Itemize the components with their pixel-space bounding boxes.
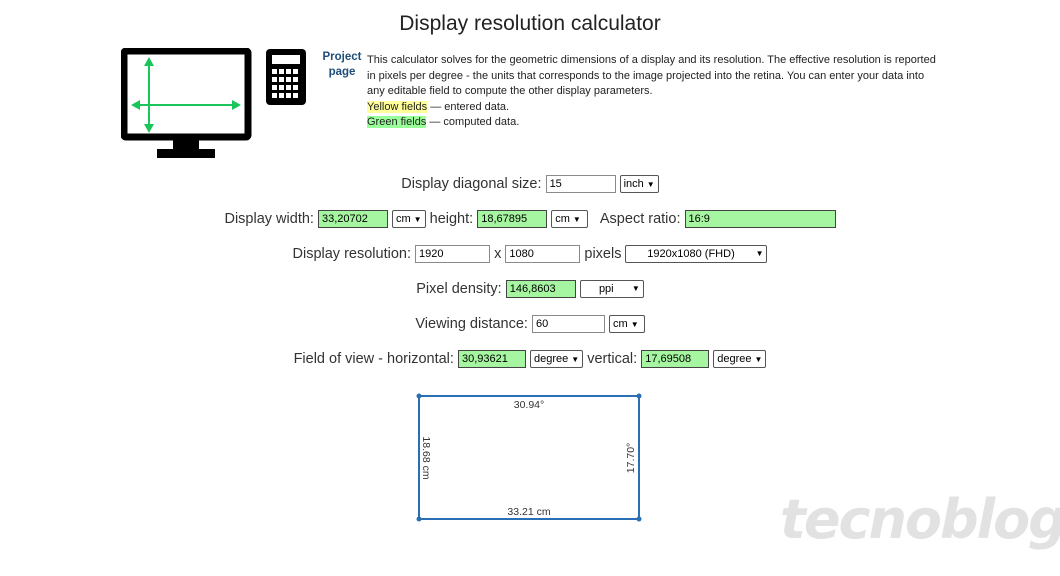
viewing-distance-input[interactable]: 60	[532, 315, 605, 333]
aspect-ratio-input[interactable]: 16:9	[684, 210, 836, 228]
fov-horizontal-input[interactable]: 30,93621	[457, 350, 526, 368]
width-unit-select[interactable]: cm ▼	[392, 210, 426, 228]
chevron-down-icon: ▼	[754, 355, 763, 364]
yellow-fields-text: — entered data.	[427, 100, 510, 113]
fov-horizontal-label: Field of view - horizontal:	[293, 351, 454, 367]
fov-horizontal-unit-select[interactable]: degree ▼	[530, 350, 584, 368]
chevron-down-icon: ▼	[755, 249, 764, 258]
pixel-density-input[interactable]: 146,8603	[505, 280, 576, 298]
calculator-icon	[266, 49, 306, 105]
diagonal-label: Display diagonal size:	[401, 176, 542, 192]
resolution-label: Display resolution:	[292, 246, 411, 262]
chevron-down-icon: ▼	[572, 215, 581, 224]
diagonal-unit-select[interactable]: inch ▼	[619, 175, 659, 193]
resolution-height-input[interactable]: 1080	[505, 245, 581, 263]
diagonal-row: Display diagonal size: 15 inch ▼	[0, 175, 1060, 193]
green-fields-text: — computed data.	[426, 116, 520, 128]
height-unit-select[interactable]: cm ▼	[551, 210, 588, 228]
density-unit-select[interactable]: ppi ▼	[579, 280, 644, 298]
fov-row: Field of view - horizontal: 30,93621 deg…	[0, 350, 1060, 368]
viewing-distance-label: Viewing distance:	[415, 316, 528, 332]
diagonal-input[interactable]: 15	[545, 175, 616, 193]
resolution-preset-select[interactable]: 1920x1080 (FHD) ▼	[625, 245, 768, 263]
diagram-left-label: 18.68 cm	[420, 436, 432, 479]
chevron-down-icon: ▼	[631, 284, 640, 293]
description: This calculator solves for the geometric…	[367, 53, 937, 131]
green-fields-label: Green fields	[367, 116, 427, 128]
chevron-down-icon: ▼	[571, 355, 580, 364]
aspect-ratio-label: Aspect ratio:	[599, 211, 681, 227]
width-label: Display width:	[224, 211, 314, 227]
fov-vertical-unit-select[interactable]: degree ▼	[713, 350, 767, 368]
fov-vertical-input[interactable]: 17,69508	[641, 350, 710, 368]
project-page-link[interactable]: Project page	[320, 50, 364, 80]
monitor-icon	[121, 48, 252, 158]
height-label: height:	[429, 211, 474, 227]
dimensions-row: Display width: 33,20702 cm ▼ height: 18,6…	[0, 210, 1060, 228]
diagram-top-label: 30.94°	[514, 399, 544, 411]
chevron-down-icon: ▼	[413, 215, 422, 224]
density-row: Pixel density: 146,8603 ppi ▼	[0, 280, 1060, 298]
height-input[interactable]: 18,67895	[477, 210, 548, 228]
pixel-density-label: Pixel density:	[416, 281, 502, 297]
resolution-row: Display resolution: 1920 x 1080 pixels 1…	[0, 245, 1060, 263]
width-input[interactable]: 33,20702	[317, 210, 388, 228]
resolution-x-label: x	[494, 246, 502, 262]
viewing-distance-row: Viewing distance: 60 cm ▼	[0, 315, 1060, 333]
viewing-unit-select[interactable]: cm ▼	[609, 315, 645, 333]
fov-vertical-label: vertical:	[587, 351, 638, 367]
yellow-fields-label: Yellow fields	[367, 100, 428, 113]
display-diagram: 30.94° 33.21 cm 18.68 cm 17.70°	[416, 393, 642, 522]
watermark-logo: tecnoblog	[780, 488, 1060, 551]
resolution-width-input[interactable]: 1920	[415, 245, 491, 263]
chevron-down-icon: ▼	[646, 180, 655, 189]
pixels-label: pixels	[584, 246, 622, 262]
diagram-bottom-label: 33.21 cm	[507, 506, 550, 518]
diagram-rectangle	[418, 395, 640, 520]
diagram-right-label: 17.70°	[625, 443, 637, 473]
description-text: This calculator solves for the geometric…	[367, 54, 936, 97]
chevron-down-icon: ▼	[630, 320, 639, 329]
page-title: Display resolution calculator	[399, 12, 661, 35]
